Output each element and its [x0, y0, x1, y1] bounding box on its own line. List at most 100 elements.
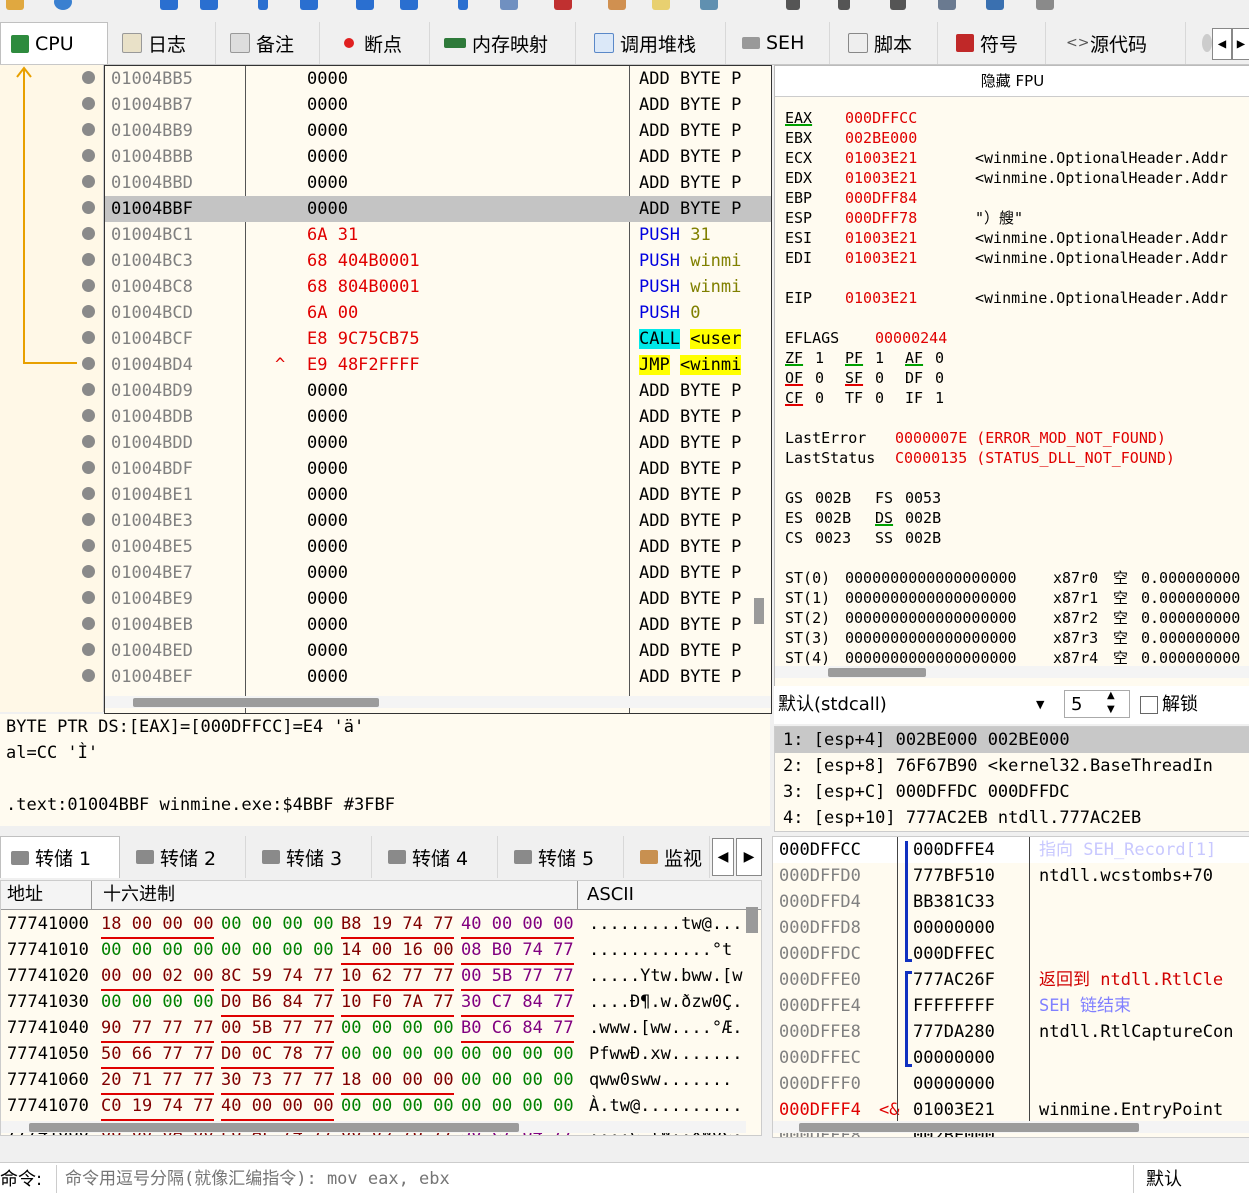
breakpoint-dot-icon[interactable]	[82, 149, 95, 162]
breakpoint-dot-icon[interactable]	[82, 669, 95, 682]
dump-hex-group[interactable]: 40 00 00 00	[461, 911, 574, 939]
dump-hex-group[interactable]: D0 0C 78 77	[221, 1041, 334, 1069]
dump-hex-group[interactable]: 18 00 00 00	[101, 911, 214, 939]
disassembly-row[interactable]: 01004BDB 0000 ADD BYTE P	[105, 404, 771, 430]
breakpoint-dot-icon[interactable]	[82, 409, 95, 422]
segment-value[interactable]: 002B	[905, 508, 941, 528]
breakpoint-dot-icon[interactable]	[82, 643, 95, 656]
call-argument-row[interactable]: 3: [esp+C] 000DFFDC 000DFFDC	[775, 779, 1249, 805]
stack-row[interactable]: 000DFFCC 000DFFE4 指向 SEH_Record[1]	[773, 837, 1249, 863]
hex-dump-view[interactable]: 地址 十六进制 ASCII 77741000 18 00 00 00 00 00 0…	[0, 880, 762, 1136]
dump-hex-group[interactable]: B8 19 74 77	[341, 911, 454, 939]
disassembly-row[interactable]: 01004BDD 0000 ADD BYTE P	[105, 430, 771, 456]
tab-cpu[interactable]: CPU	[0, 22, 108, 64]
disassembly-scroll-thumb[interactable]	[754, 598, 764, 624]
record-icon[interactable]	[554, 0, 572, 10]
dump-hex-group[interactable]: 18 00 00 00	[341, 1067, 454, 1095]
disassembly-row[interactable]: 01004BD4 E9 48F2FFFF ^ JMP <winmi	[105, 352, 771, 378]
hash-icon[interactable]	[838, 0, 850, 10]
dump-row[interactable]: 77741070 C0 19 74 77 40 00 00 00 00 00 00 0…	[1, 1093, 746, 1121]
dump-hex-group[interactable]: 00 00 00 00	[221, 937, 334, 965]
dump-hex-group[interactable]: 00 00 00 00	[101, 989, 214, 1017]
dump-hex-group[interactable]: 00 00 00 00	[341, 1015, 454, 1043]
disassembly-row[interactable]: 01004BC1 6A 31 PUSH 31	[105, 222, 771, 248]
breakpoint-dot-icon[interactable]	[82, 513, 95, 526]
breakpoint-dot-icon[interactable]	[82, 435, 95, 448]
disassembly-row[interactable]: 01004BED 0000 ADD BYTE P	[105, 638, 771, 664]
restart-icon[interactable]	[54, 0, 72, 10]
tab-scroll-right-button[interactable]: ▶	[1232, 28, 1249, 60]
dump-hex-group[interactable]: 30 C7 84 77	[461, 989, 574, 1017]
dump-hex-group[interactable]: 00 00 00 00	[221, 911, 334, 939]
register-value[interactable]: 000DFF84	[845, 188, 917, 208]
dump-hex-group[interactable]: 00 00 00 00	[461, 1093, 574, 1121]
settings-icon[interactable]	[1036, 0, 1054, 10]
tab-source[interactable]: <> 源代码	[1056, 22, 1186, 64]
disassembly-row[interactable]: 01004BEB 0000 ADD BYTE P	[105, 612, 771, 638]
flag-value[interactable]: 1	[875, 348, 884, 368]
disassembly-row[interactable]: 01004BBD 0000 ADD BYTE P	[105, 170, 771, 196]
disassembly-row[interactable]: 01004BDF 0000 ADD BYTE P	[105, 456, 771, 482]
tab-dump-2[interactable]: 转储 2	[126, 836, 246, 878]
register-value[interactable]: 01003E21	[845, 168, 917, 188]
disassembly-row[interactable]: 01004BB5 0000 ADD BYTE P	[105, 66, 771, 92]
dump-ascii[interactable]: PfwwÐ.xw.......	[589, 1041, 743, 1067]
dump-hex-group[interactable]: 90 77 77 77	[101, 1015, 214, 1043]
dump-ascii[interactable]: .........tw@...	[589, 911, 743, 937]
flag-value[interactable]: 0	[815, 368, 824, 388]
dump-hex-group[interactable]: 10 62 77 77	[341, 963, 454, 991]
breakpoint-dot-icon[interactable]	[82, 279, 95, 292]
dump-hex-group[interactable]: 00 00 00 00	[461, 1067, 574, 1095]
dump-tabs-scroll-right[interactable]: ▶	[736, 838, 762, 876]
disassembly-row[interactable]: 01004BD9 0000 ADD BYTE P	[105, 378, 771, 404]
breakpoint-dot-icon[interactable]	[82, 201, 95, 214]
dump-hex-group[interactable]: 50 66 77 77	[101, 1041, 214, 1069]
disassembly-row[interactable]: 01004BC8 68 804B0001 PUSH winmi	[105, 274, 771, 300]
dump-hscroll[interactable]	[1, 1121, 746, 1133]
spin-down-icon[interactable]: ▼	[1107, 703, 1115, 717]
strings-icon[interactable]	[890, 0, 906, 10]
disassembly-row[interactable]: 01004BE9 0000 ADD BYTE P	[105, 586, 771, 612]
dump-hex-group[interactable]: B0 C6 84 77	[461, 1015, 574, 1043]
registers-hscroll[interactable]	[775, 666, 1249, 678]
disassembly-row[interactable]: 01004BCF E8 9C75CB75 CALL <user	[105, 326, 771, 352]
step-out-icon[interactable]	[356, 0, 374, 10]
disassembly-row[interactable]: 01004BB7 0000 ADD BYTE P	[105, 92, 771, 118]
registers-hscroll-thumb[interactable]	[828, 668, 926, 677]
stack-row[interactable]: 000DFFE0 777AC26F 返回到 ntdll.RtlCle	[773, 967, 1249, 993]
call-convention-select[interactable]: 默认(stdcall) ▼	[778, 690, 1048, 720]
calculator-icon[interactable]	[938, 0, 956, 10]
stack-row[interactable]: 000DFFDC 000DFFEC	[773, 941, 1249, 967]
disassembly-row[interactable]: 01004BE5 0000 ADD BYTE P	[105, 534, 771, 560]
stack-row[interactable]: 000DFFE4 FFFFFFFF SEH 链结束	[773, 993, 1249, 1019]
dump-hex-group[interactable]: 00 00 00 00	[341, 1093, 454, 1121]
breakpoint-dot-icon[interactable]	[82, 331, 95, 344]
flag-value[interactable]: 0	[935, 348, 944, 368]
disassembly-hscroll-thumb[interactable]	[133, 698, 379, 707]
fpu-register-value[interactable]: 0000000000000000000	[845, 628, 1017, 648]
tab-search[interactable]	[1192, 22, 1212, 64]
disassembly-row[interactable]: 01004BE1 0000 ADD BYTE P	[105, 482, 771, 508]
fpu-register-value[interactable]: 0000000000000000000	[845, 588, 1017, 608]
dump-hscroll-thumb[interactable]	[29, 1123, 519, 1132]
segment-value[interactable]: 002B	[905, 528, 941, 548]
flag-value[interactable]: 0	[875, 388, 884, 408]
disassembly-row[interactable]: 01004BBF 0000 ADD BYTE P	[105, 196, 771, 222]
dump-hex-group[interactable]: 30 73 77 77	[221, 1067, 334, 1095]
disassembly-row[interactable]: 01004BEF 0000 ADD BYTE P	[105, 664, 771, 690]
tab-dump-3[interactable]: 转储 3	[252, 836, 372, 878]
disassembly-row[interactable]: 01004BC3 68 404B0001 PUSH winmi	[105, 248, 771, 274]
disassembly-row[interactable]: 01004BE3 0000 ADD BYTE P	[105, 508, 771, 534]
tab-memory-map[interactable]: 内存映射	[434, 22, 576, 64]
patch-icon[interactable]	[608, 0, 626, 10]
call-argument-row[interactable]: 1: [esp+4] 002BE000 002BE000	[775, 727, 1249, 753]
tab-callstack[interactable]: 调用堆栈	[584, 22, 726, 64]
command-mode[interactable]: 默认	[1146, 1163, 1182, 1196]
open-icon[interactable]	[6, 0, 24, 10]
flag-value[interactable]: 0	[935, 368, 944, 388]
tab-script[interactable]: 脚本	[838, 22, 938, 64]
register-value[interactable]: 000DFF78	[845, 208, 917, 228]
tab-dump-4[interactable]: 转储 4	[378, 836, 498, 878]
fx-icon[interactable]	[786, 0, 800, 10]
dump-hex-group[interactable]: 08 B0 74 77	[461, 937, 574, 965]
